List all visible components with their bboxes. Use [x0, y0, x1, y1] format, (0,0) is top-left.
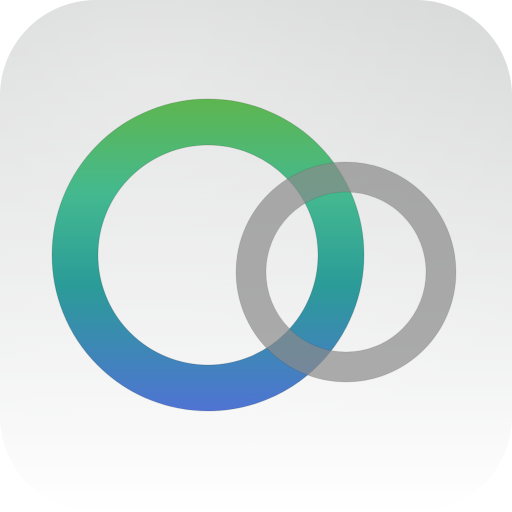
overlapping-rings-icon [0, 0, 512, 512]
app-icon-canvas [0, 0, 512, 512]
app-icon[interactable] [0, 0, 512, 512]
